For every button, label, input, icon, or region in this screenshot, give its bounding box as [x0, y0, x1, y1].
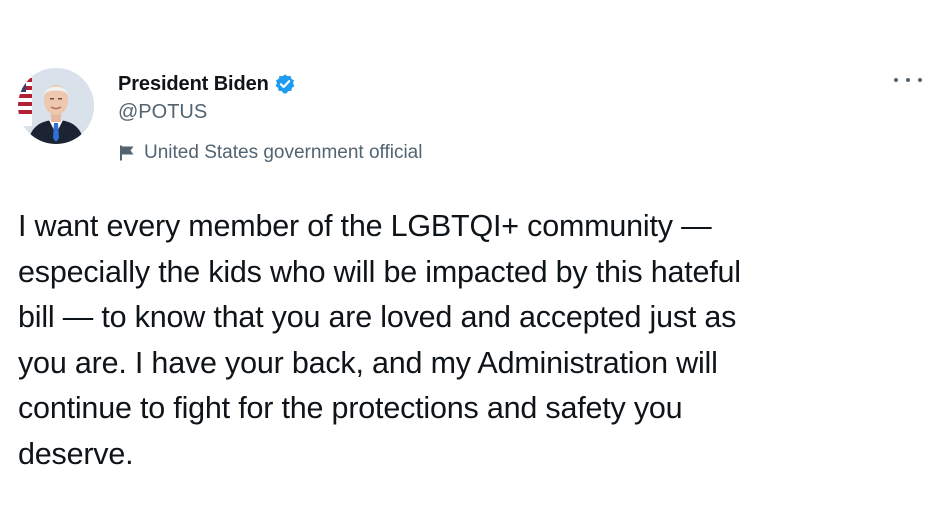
flag-icon — [118, 144, 136, 162]
avatar[interactable] — [18, 68, 94, 144]
government-label-text: United States government official — [144, 142, 423, 163]
government-official-label[interactable]: United States government official — [118, 140, 422, 166]
tweet-text-line: especially the kids who will be impacted… — [18, 254, 741, 289]
dot — [918, 78, 922, 82]
display-name[interactable]: President Biden — [118, 73, 269, 96]
dot — [894, 78, 898, 82]
more-options-icon[interactable] — [894, 72, 922, 88]
tweet-card: President Biden @POTUS United States gov… — [0, 0, 936, 526]
author-name-row[interactable]: President Biden — [118, 70, 296, 98]
tweet-text-line: bill — to know that you are loved and ac… — [18, 300, 737, 334]
verified-badge-icon — [274, 73, 296, 95]
tweet-text: I want every member of the LGBTQI+ commu… — [18, 204, 923, 477]
tweet-text-line: you are. I have your back, and my Admini… — [18, 345, 718, 380]
tweet-text-line: I want every member of the LGBTQI+ commu… — [18, 209, 712, 243]
avatar-photo — [18, 68, 94, 144]
user-handle[interactable]: @POTUS — [118, 101, 207, 124]
tweet-text-line: deserve. — [18, 436, 134, 471]
tweet-text-line: continue to fight for the protections an… — [18, 391, 683, 425]
dot — [906, 78, 910, 82]
